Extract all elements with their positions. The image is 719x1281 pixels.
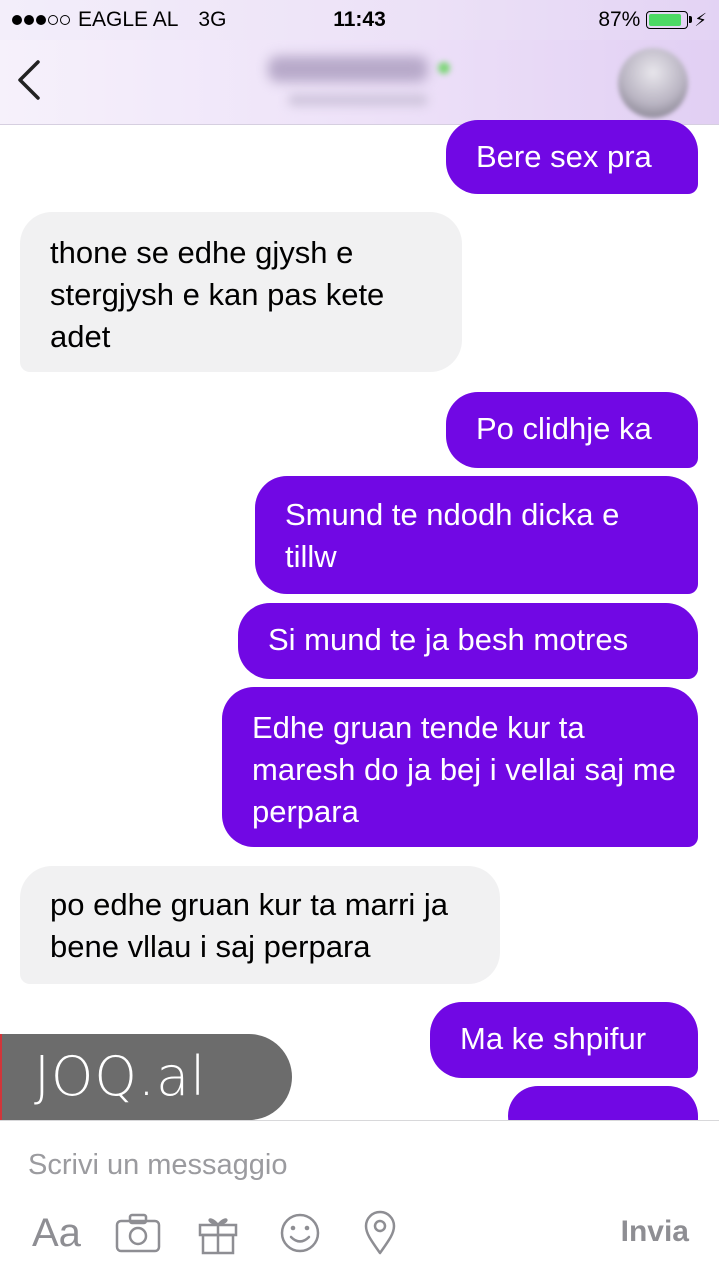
message-bubble-outgoing[interactable]: Po clidhje ka: [446, 392, 698, 468]
send-button[interactable]: Invia: [621, 1215, 689, 1249]
message-input[interactable]: [28, 1145, 648, 1185]
message-text: Si mund te ja besh motres: [268, 622, 629, 657]
message-bubble-outgoing[interactable]: Edhe gruan tende kur ta maresh do ja bej…: [222, 687, 698, 847]
watermark-logo: JOQ.al: [0, 1034, 292, 1120]
text-format-icon[interactable]: Aa: [32, 1209, 81, 1257]
message-text: Po clidhje ka: [476, 411, 652, 446]
message-text: Edhe gruan tende kur ta maresh do ja bej…: [252, 710, 676, 829]
message-text: thone se edhe gjysh e stergjysh e kan pa…: [50, 235, 385, 354]
charging-bolt-icon: ⚡: [694, 9, 707, 30]
camera-icon[interactable]: [114, 1209, 162, 1257]
back-button[interactable]: [14, 58, 48, 102]
message-bubble-outgoing[interactable]: Smund te ndodh dicka e tillw: [255, 476, 698, 594]
message-composer: Aa Invia: [0, 1120, 719, 1281]
watermark-text: JOQ.al: [34, 1045, 207, 1108]
battery-fill: [649, 14, 681, 26]
chevron-left-icon: [18, 60, 40, 100]
message-bubble-incoming[interactable]: po edhe gruan kur ta marri ja bene vllau…: [20, 866, 500, 984]
location-pin-icon[interactable]: [362, 1209, 398, 1257]
message-bubble-outgoing[interactable]: Si mund te ja besh motres: [238, 603, 698, 679]
contact-name-redacted[interactable]: [268, 56, 428, 82]
status-right: 87% ⚡: [598, 8, 707, 32]
contact-avatar[interactable]: [618, 48, 688, 118]
message-text: po edhe gruan kur ta marri ja bene vllau…: [50, 887, 449, 964]
status-bar: EAGLE AL 3G 11:43 87% ⚡: [0, 0, 719, 40]
contact-status-redacted: [288, 94, 428, 106]
message-text: Bere sex pra: [476, 139, 652, 174]
message-text: Smund te ndodh dicka e tillw: [285, 497, 620, 574]
battery-icon: [646, 11, 693, 29]
battery-percent: 87%: [598, 8, 641, 31]
conversation-header: [0, 40, 719, 125]
message-bubble-incoming[interactable]: thone se edhe gjysh e stergjysh e kan pa…: [20, 212, 462, 372]
emoji-icon[interactable]: [278, 1209, 322, 1257]
online-status-dot: [438, 62, 450, 74]
message-text: Ma ke shpifur: [460, 1021, 647, 1056]
message-bubble-outgoing[interactable]: Bere sex pra: [446, 120, 698, 194]
gift-icon[interactable]: [196, 1209, 240, 1257]
message-bubble-outgoing[interactable]: Ma ke shpifur: [430, 1002, 698, 1078]
